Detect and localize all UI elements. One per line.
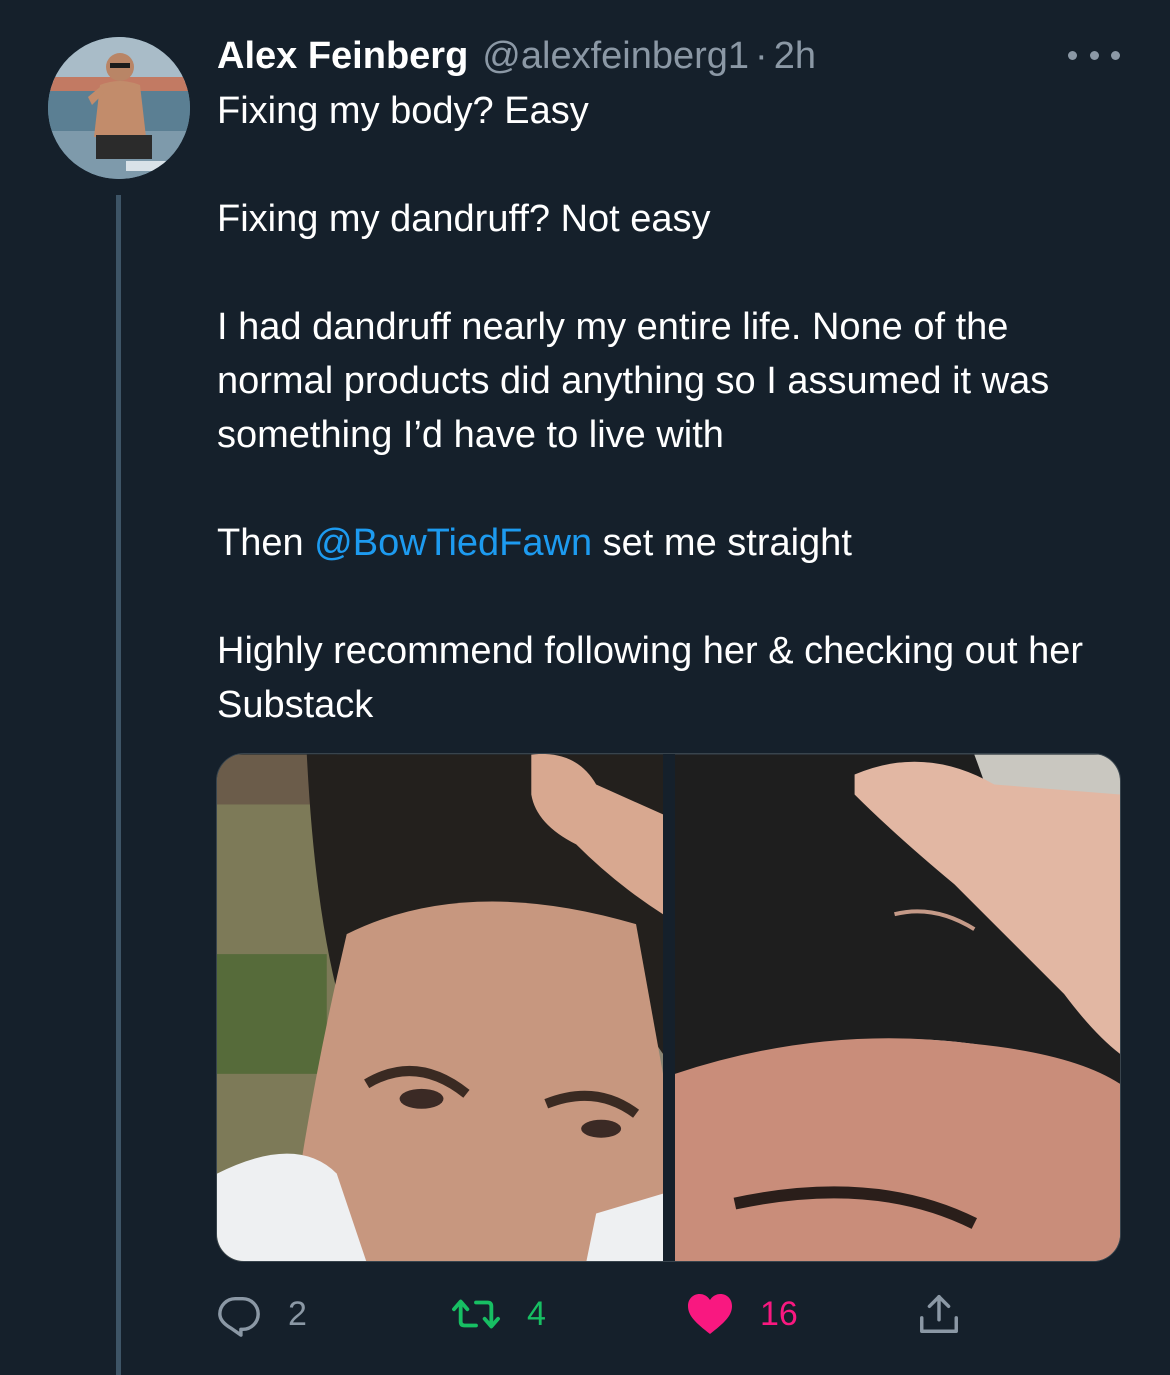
tweet-line: Then @BowTiedFawn set me straight bbox=[217, 516, 1127, 570]
share-icon bbox=[920, 1295, 958, 1333]
reply-icon bbox=[218, 1296, 260, 1337]
mention-link[interactable]: @BowTiedFawn bbox=[314, 522, 592, 564]
retweet-icon bbox=[452, 1299, 500, 1329]
tweet-line: Highly recommend following her & checkin… bbox=[217, 630, 1083, 726]
tweet-line: I had dandruff nearly my entire life. No… bbox=[217, 306, 1050, 456]
author-avatar[interactable] bbox=[48, 37, 190, 179]
more-dot bbox=[1111, 50, 1120, 60]
retweet-button[interactable]: 4 bbox=[451, 1286, 546, 1342]
like-count: 16 bbox=[760, 1294, 798, 1333]
tweet-text: Fixing my body? Easy Fixing my dandruff?… bbox=[217, 84, 1127, 732]
like-button[interactable]: 16 bbox=[686, 1286, 798, 1342]
avatar-image bbox=[48, 37, 190, 179]
share-button[interactable] bbox=[916, 1286, 962, 1342]
tweet-line-suffix: set me straight bbox=[592, 522, 852, 564]
reply-count: 2 bbox=[288, 1294, 307, 1333]
tweet-timestamp[interactable]: 2h bbox=[774, 35, 816, 78]
tweet-line: Fixing my dandruff? Not easy bbox=[217, 198, 711, 240]
header-separator: · bbox=[755, 34, 768, 77]
heart-icon bbox=[688, 1294, 732, 1334]
tweet-actions: 2 4 16 bbox=[216, 1286, 976, 1342]
author-name[interactable]: Alex Feinberg bbox=[217, 35, 468, 78]
media-photo-before[interactable] bbox=[217, 754, 663, 1262]
tweet-header: Alex Feinberg @alexfeinberg1 · 2h bbox=[217, 32, 816, 80]
reply-button[interactable]: 2 bbox=[216, 1286, 307, 1342]
tweet-media[interactable] bbox=[216, 753, 1121, 1262]
author-handle[interactable]: @alexfeinberg1 bbox=[482, 35, 749, 78]
more-dot bbox=[1068, 50, 1077, 60]
more-options-icon[interactable] bbox=[1068, 40, 1120, 70]
tweet-line: Fixing my body? Easy bbox=[217, 90, 589, 132]
media-photo-after[interactable] bbox=[675, 754, 1120, 1262]
tweet-line-prefix: Then bbox=[217, 522, 315, 564]
more-dot bbox=[1089, 50, 1099, 60]
retweet-count: 4 bbox=[527, 1294, 546, 1333]
thread-connector-line bbox=[116, 195, 121, 1375]
